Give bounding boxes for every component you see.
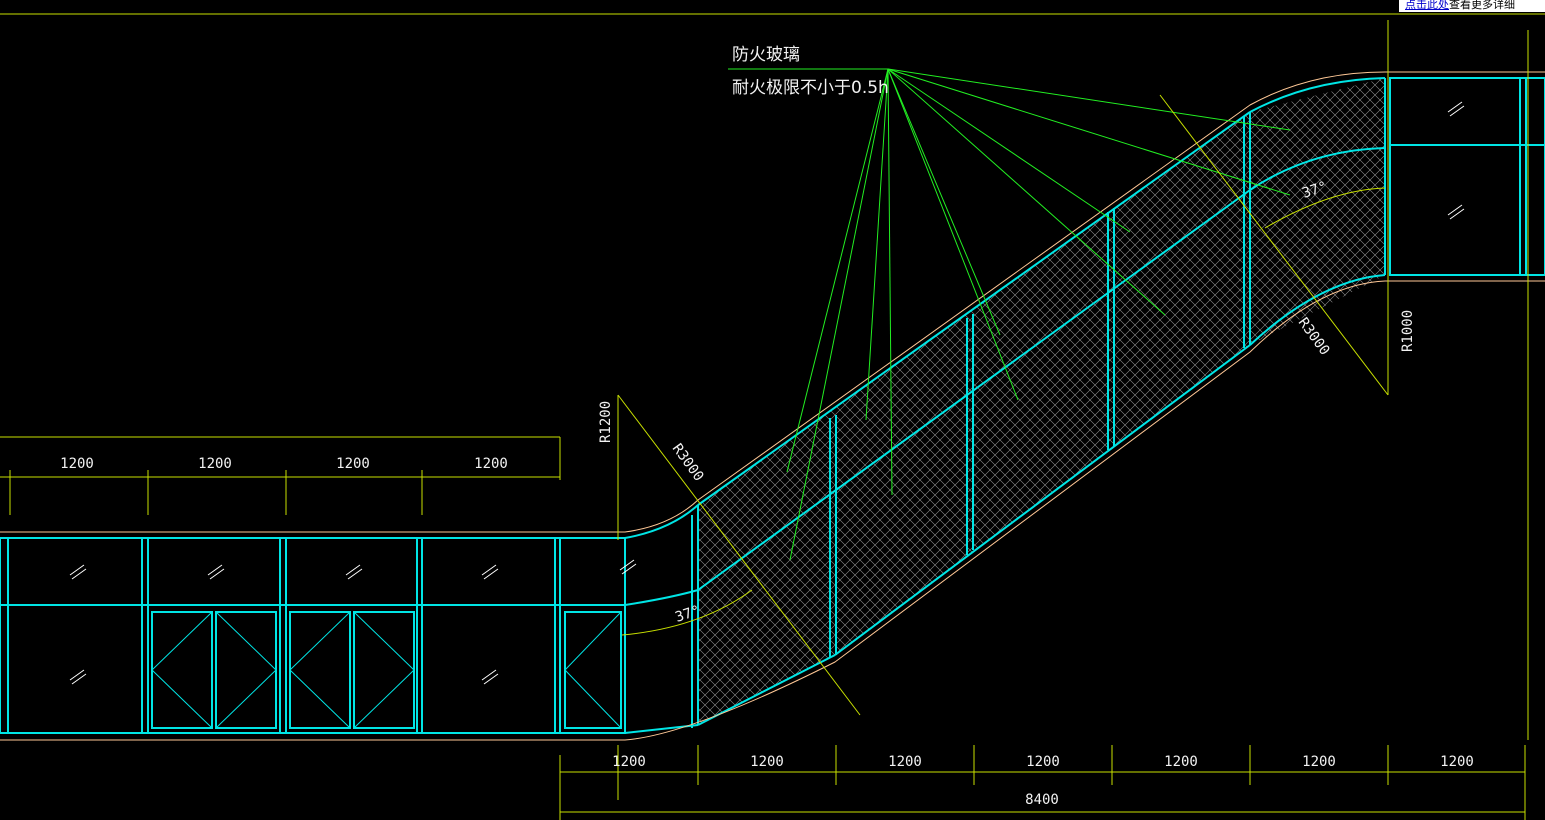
fire-glass-hatch xyxy=(698,78,1385,725)
dimension-labels-top: 1200 1200 1200 1200 xyxy=(60,456,508,472)
dim-bottom-3: 1200 xyxy=(888,754,922,770)
annotation-line-1: 防火玻璃 xyxy=(732,45,800,65)
dim-top-2: 1200 xyxy=(198,456,232,472)
radius-label-r1000: R1000 xyxy=(1400,310,1416,352)
dim-top-3: 1200 xyxy=(336,456,370,472)
radius-label-r1200: R1200 xyxy=(598,401,614,443)
dim-bottom-6: 1200 xyxy=(1302,754,1336,770)
radius-label-r3000-right: R3000 xyxy=(1295,315,1333,359)
dimension-labels-bottom: 1200 1200 1200 1200 1200 1200 1200 8400 xyxy=(612,754,1474,808)
radius-label-r3000-left: R3000 xyxy=(669,441,707,485)
dim-bottom-1: 1200 xyxy=(612,754,646,770)
dim-top-4: 1200 xyxy=(474,456,508,472)
dim-total: 8400 xyxy=(1025,792,1059,808)
door-swing-lines xyxy=(151,611,622,729)
dim-bottom-2: 1200 xyxy=(750,754,784,770)
dim-bottom-5: 1200 xyxy=(1164,754,1198,770)
cad-drawing-canvas[interactable]: 1200 1200 1200 1200 1200 1200 1200 1200 … xyxy=(0,0,1545,820)
dim-bottom-7: 1200 xyxy=(1440,754,1474,770)
dim-top-1: 1200 xyxy=(60,456,94,472)
dim-bottom-4: 1200 xyxy=(1026,754,1060,770)
annotation-line-2: 耐火极限不小于0.5h xyxy=(732,78,889,98)
